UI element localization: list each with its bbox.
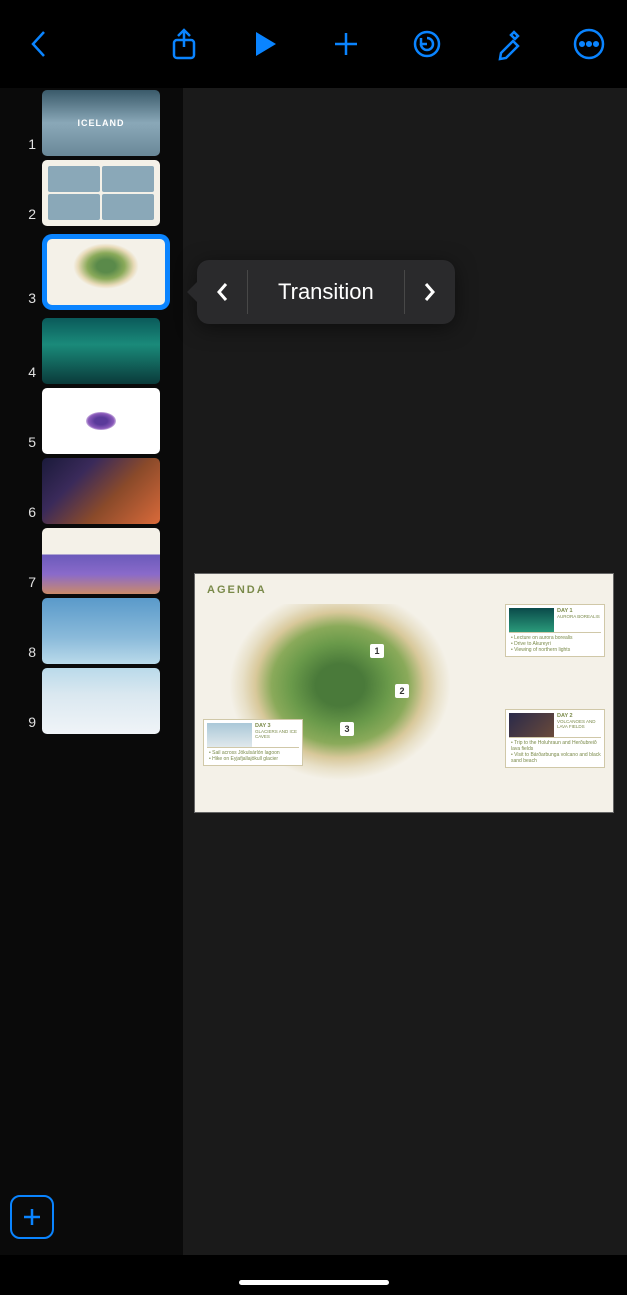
- home-indicator[interactable]: [239, 1280, 389, 1285]
- slide-title: AGENDA: [195, 574, 613, 596]
- undo-button[interactable]: [409, 26, 445, 62]
- slide-thumbnail-9[interactable]: 9: [0, 666, 183, 736]
- slide-navigator[interactable]: 1 ICELAND 2 3 4 5 6 7 8: [0, 88, 184, 1255]
- volcano-image: [509, 713, 554, 737]
- slide-number: 1: [0, 136, 36, 156]
- add-slide-button[interactable]: [10, 1195, 54, 1239]
- more-button[interactable]: [571, 26, 607, 62]
- callout-day1: DAY 1 AURORA BOREALIS Lecture on aurora …: [505, 604, 605, 657]
- menu-next-button[interactable]: [405, 260, 455, 324]
- map-pin-1: 1: [370, 644, 384, 658]
- slide-number: 3: [0, 290, 36, 310]
- menu-prev-button[interactable]: [197, 260, 247, 324]
- callout-day3: DAY 3 GLACIERS AND ICE CAVES Sail across…: [203, 719, 303, 766]
- slide-number: 7: [0, 574, 36, 594]
- callout-day2: DAY 2 VOLCANOES AND LAVA FIELDS Trip to …: [505, 709, 605, 768]
- format-button[interactable]: [490, 26, 526, 62]
- add-button[interactable]: [328, 26, 364, 62]
- context-menu: Transition: [197, 260, 455, 324]
- map-pin-2: 2: [395, 684, 409, 698]
- slide-thumbnail-6[interactable]: 6: [0, 456, 183, 526]
- slide-number: 9: [0, 714, 36, 734]
- slide-thumbnail-8[interactable]: 8: [0, 596, 183, 666]
- slide-number: 5: [0, 434, 36, 454]
- slide-thumbnail-3[interactable]: 3: [0, 228, 183, 316]
- slide-number: 2: [0, 206, 36, 226]
- slide-number: 4: [0, 364, 36, 384]
- current-slide[interactable]: AGENDA 1 2 3 DAY 1 AURORA BOREALIS Lectu…: [194, 573, 614, 813]
- glacier-image: [207, 723, 252, 747]
- transition-button[interactable]: Transition: [247, 270, 405, 315]
- slide-thumbnail-2[interactable]: 2: [0, 158, 183, 228]
- play-button[interactable]: [247, 26, 283, 62]
- back-button[interactable]: [20, 26, 56, 62]
- slide-thumbnail-4[interactable]: 4: [0, 316, 183, 386]
- slide-number: 8: [0, 644, 36, 664]
- slide-number: 6: [0, 504, 36, 524]
- slide-thumbnail-7[interactable]: 7: [0, 526, 183, 596]
- map-pin-3: 3: [340, 722, 354, 736]
- share-button[interactable]: [166, 26, 202, 62]
- slide-thumbnail-1[interactable]: 1 ICELAND: [0, 88, 183, 158]
- aurora-image: [509, 608, 554, 632]
- toolbar: [0, 0, 627, 88]
- slide-thumbnail-5[interactable]: 5: [0, 386, 183, 456]
